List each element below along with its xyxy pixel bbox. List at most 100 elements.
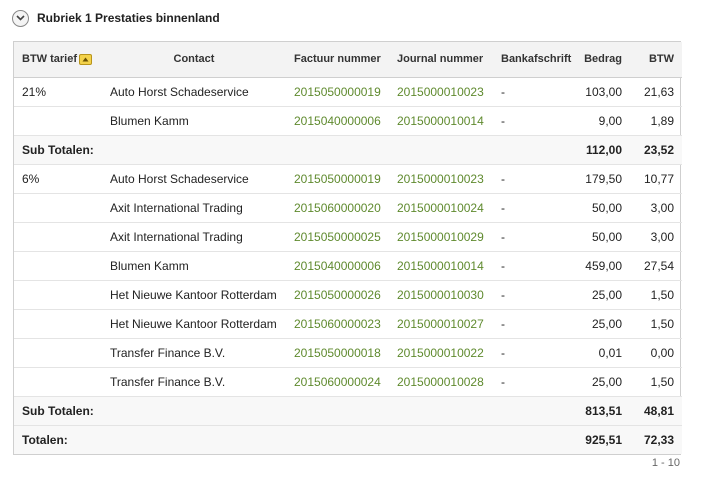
journal-link[interactable]: 2015000010024 [389, 193, 493, 223]
cell-rate [14, 193, 102, 223]
invoice-link[interactable]: 2015050000019 [286, 164, 389, 194]
journal-link[interactable]: 2015000010014 [389, 251, 493, 281]
cell-contact: Het Nieuwe Kantoor Rotterdam [102, 309, 286, 339]
header-contact[interactable]: Contact [102, 42, 286, 78]
invoice-link[interactable]: 2015040000006 [286, 251, 389, 281]
cell-contact: Het Nieuwe Kantoor Rotterdam [102, 280, 286, 310]
invoice-link[interactable]: 2015050000019 [286, 77, 389, 107]
cell-bedrag: 179,50 [575, 164, 630, 194]
cell-bedrag: 25,00 [575, 309, 630, 339]
cell-bedrag: 0,01 [575, 338, 630, 368]
cell-bank: - [493, 309, 575, 339]
journal-link[interactable]: 2015000010028 [389, 367, 493, 397]
cell-rate: 21% [14, 77, 102, 107]
table-row: Het Nieuwe Kantoor Rotterdam 20150500000… [14, 280, 682, 310]
journal-link[interactable]: 2015000010027 [389, 309, 493, 339]
cell-rate [14, 251, 102, 281]
subtotal-bedrag: 813,51 [575, 396, 630, 426]
cell-contact: Blumen Kamm [102, 106, 286, 136]
cell-btw: 27,54 [630, 251, 682, 281]
subtotal-bedrag: 112,00 [575, 135, 630, 165]
table-row: Transfer Finance B.V. 2015050000018 2015… [14, 338, 682, 368]
journal-link[interactable]: 2015000010029 [389, 222, 493, 252]
cell-bedrag: 25,00 [575, 280, 630, 310]
header-journal[interactable]: Journal nummer [389, 42, 493, 78]
cell-btw: 1,89 [630, 106, 682, 136]
cell-btw: 1,50 [630, 367, 682, 397]
cell-btw: 3,00 [630, 193, 682, 223]
section-header: Rubriek 1 Prestaties binnenland [12, 8, 220, 28]
cell-rate [14, 280, 102, 310]
cell-contact: Axit International Trading [102, 222, 286, 252]
cell-btw: 10,77 [630, 164, 682, 194]
table-row: 6% Auto Horst Schadeservice 201505000001… [14, 164, 682, 194]
total-bedrag: 925,51 [575, 424, 630, 454]
cell-bedrag: 25,00 [575, 367, 630, 397]
cell-btw: 21,63 [630, 77, 682, 107]
table-row: Axit International Trading 2015060000020… [14, 193, 682, 223]
subtotal-label: Sub Totalen: [14, 135, 575, 165]
table-row: Blumen Kamm 2015040000006 2015000010014 … [14, 251, 682, 281]
invoice-link[interactable]: 2015050000018 [286, 338, 389, 368]
cell-bedrag: 50,00 [575, 193, 630, 223]
cell-bank: - [493, 338, 575, 368]
cell-contact: Auto Horst Schadeservice [102, 77, 286, 107]
cell-rate [14, 222, 102, 252]
cell-rate [14, 338, 102, 368]
total-row: Totalen: 925,51 72,33 [14, 424, 682, 454]
cell-btw: 1,50 [630, 280, 682, 310]
cell-bank: - [493, 222, 575, 252]
table-row: 21% Auto Horst Schadeservice 20150500000… [14, 77, 682, 107]
header-bedrag[interactable]: Bedrag [575, 42, 630, 78]
invoice-link[interactable]: 2015050000025 [286, 222, 389, 252]
pager-range: 1 - 10 [651, 457, 680, 469]
cell-bank: - [493, 193, 575, 223]
cell-btw: 1,50 [630, 309, 682, 339]
subtotal-btw: 48,81 [630, 396, 682, 426]
table-header-row: BTW tarief Contact Factuur nummer Journa… [14, 42, 682, 78]
invoice-link[interactable]: 2015040000006 [286, 106, 389, 136]
table-row: Blumen Kamm 2015040000006 2015000010014 … [14, 106, 682, 136]
invoice-link[interactable]: 2015060000020 [286, 193, 389, 223]
header-bank[interactable]: Bankafschrift [493, 42, 575, 78]
header-btw[interactable]: BTW [630, 42, 682, 78]
journal-link[interactable]: 2015000010023 [389, 164, 493, 194]
invoice-link[interactable]: 2015060000024 [286, 367, 389, 397]
table-row: Het Nieuwe Kantoor Rotterdam 20150600000… [14, 309, 682, 339]
cell-rate [14, 309, 102, 339]
cell-bedrag: 103,00 [575, 77, 630, 107]
cell-bedrag: 9,00 [575, 106, 630, 136]
journal-link[interactable]: 2015000010022 [389, 338, 493, 368]
cell-rate: 6% [14, 164, 102, 194]
collapse-section-button[interactable] [12, 9, 29, 27]
sort-up-icon[interactable] [79, 53, 92, 65]
cell-bank: - [493, 106, 575, 136]
total-btw: 72,33 [630, 424, 682, 454]
section-title: Rubriek 1 Prestaties binnenland [37, 11, 220, 25]
cell-bank: - [493, 251, 575, 281]
cell-contact: Auto Horst Schadeservice [102, 164, 286, 194]
subtotal-row: Sub Totalen: 813,51 48,81 [14, 396, 682, 426]
subtotal-label: Sub Totalen: [14, 396, 575, 426]
invoice-link[interactable]: 2015060000023 [286, 309, 389, 339]
journal-link[interactable]: 2015000010030 [389, 280, 493, 310]
vat-table: BTW tarief Contact Factuur nummer Journa… [13, 41, 682, 455]
header-factuur[interactable]: Factuur nummer [286, 42, 389, 78]
header-btw-tarief-label: BTW tarief [22, 53, 77, 66]
cell-bank: - [493, 367, 575, 397]
subtotal-row: Sub Totalen: 112,00 23,52 [14, 135, 682, 165]
cell-contact: Axit International Trading [102, 193, 286, 223]
header-btw-tarief[interactable]: BTW tarief [14, 42, 102, 78]
journal-link[interactable]: 2015000010014 [389, 106, 493, 136]
subtotal-btw: 23,52 [630, 135, 682, 165]
cell-contact: Transfer Finance B.V. [102, 338, 286, 368]
cell-contact: Transfer Finance B.V. [102, 367, 286, 397]
cell-bedrag: 459,00 [575, 251, 630, 281]
cell-bank: - [493, 164, 575, 194]
invoice-link[interactable]: 2015050000026 [286, 280, 389, 310]
cell-btw: 3,00 [630, 222, 682, 252]
journal-link[interactable]: 2015000010023 [389, 77, 493, 107]
cell-rate [14, 367, 102, 397]
cell-bank: - [493, 280, 575, 310]
table-row: Axit International Trading 2015050000025… [14, 222, 682, 252]
